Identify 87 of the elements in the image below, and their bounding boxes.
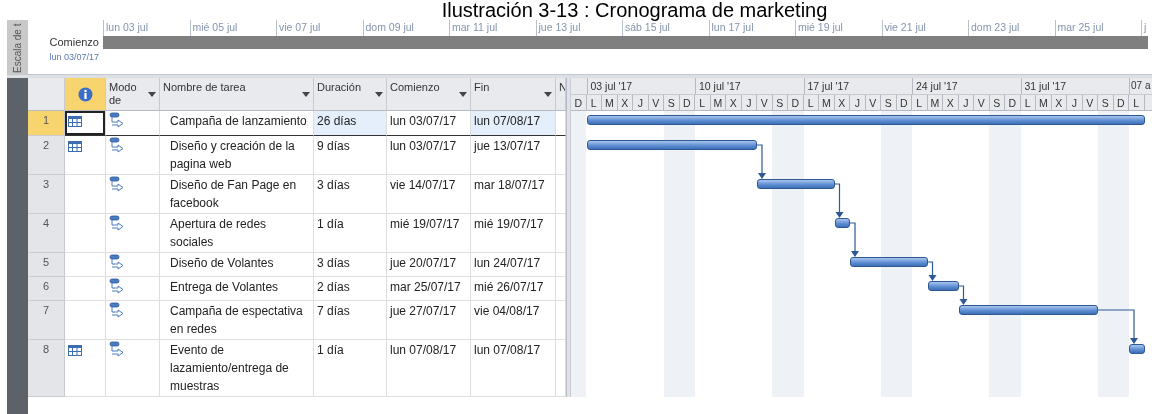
row-number[interactable]: 1 [28, 111, 65, 136]
start-date: mar 25/07/17 [390, 280, 461, 294]
task-bar[interactable] [958, 305, 1098, 315]
finish-date: vie 04/08/17 [474, 304, 540, 318]
week-label: 24 jul '17 [912, 78, 1021, 94]
task-name: Diseño de Fan Page en facebook [170, 178, 297, 210]
connector-arrow [957, 285, 968, 305]
finish-date: lun 24/07/17 [474, 256, 541, 270]
start-date: lun 07/08/17 [390, 343, 457, 357]
task-name: Diseño de Volantes [170, 256, 274, 270]
duration: 3 días [317, 256, 350, 270]
row-number[interactable]: 8 [28, 340, 65, 397]
task-bar[interactable] [1129, 344, 1145, 354]
week-label: 07 a [1129, 78, 1152, 94]
task-bar[interactable] [757, 179, 835, 189]
indicator-cell[interactable] [65, 136, 106, 175]
start-date: jue 20/07/17 [390, 256, 457, 270]
week-label: 03 jul '17 [586, 78, 695, 94]
finish-date: mar 18/07/17 [474, 178, 545, 192]
indicator-cell[interactable] [65, 175, 106, 214]
finish-date: lun 07/08/17 [474, 343, 541, 357]
duration: 2 días [317, 280, 350, 294]
connector-arrow [756, 144, 766, 179]
indicator-cell[interactable] [65, 277, 106, 301]
connector-arrow [926, 261, 937, 281]
week-label: 31 jul '17 [1020, 78, 1129, 94]
column-header[interactable]: Modo de [106, 78, 160, 111]
info-icon [77, 86, 93, 102]
finish-date: lun 07/08/17 [474, 114, 541, 128]
duration: 3 días [317, 178, 350, 192]
finish-date: mié 19/07/17 [474, 217, 544, 231]
caret-icon[interactable] [375, 91, 383, 97]
task-bar[interactable] [586, 140, 757, 150]
duration: 9 días [317, 139, 350, 153]
column-header[interactable]: Nombre de tarea [160, 78, 314, 111]
timescale-label: Escala de t [11, 22, 24, 74]
week-label: 17 jul '17 [803, 78, 912, 94]
row-number[interactable]: 3 [28, 175, 65, 214]
calendar-icon [68, 116, 82, 127]
start-date: lun 03/07/17 [390, 114, 457, 128]
indicator-cell[interactable] [65, 111, 106, 136]
start-date: lun 03/07/17 [49, 51, 100, 64]
calendar-icon [68, 141, 82, 152]
start-label: Comienzo [49, 36, 100, 49]
task-bar[interactable] [586, 115, 1145, 125]
row-number[interactable]: 4 [28, 214, 65, 253]
start-date: mié 19/07/17 [390, 217, 460, 231]
caret-icon[interactable] [544, 91, 552, 97]
task-name: Campaña de espectativa en redes [170, 304, 303, 336]
duration: 7 días [317, 304, 350, 318]
row-number[interactable]: 6 [28, 277, 65, 301]
start-date: lun 03/07/17 [390, 139, 457, 153]
task-name: Evento de lazamiento/entrega de muestras [170, 343, 289, 393]
task-bar[interactable] [834, 218, 850, 228]
corner-cell[interactable] [28, 78, 65, 111]
task-name: Diseño y creación de la pagina web [170, 139, 295, 171]
week-label: 10 jul '17 [695, 78, 804, 94]
start-date: jue 27/07/17 [390, 304, 457, 318]
row-number[interactable]: 7 [28, 301, 65, 340]
task-name: Entrega de Volantes [170, 280, 279, 294]
duration: 1 día [317, 343, 344, 357]
indicator-cell[interactable] [65, 253, 106, 277]
connector-arrow [833, 183, 844, 218]
finish-date: mié 26/07/17 [474, 280, 544, 294]
figure-caption: Ilustración 3-13 : Cronograma de marketing [441, 0, 828, 20]
task-bar[interactable] [927, 281, 959, 291]
caret-icon[interactable] [302, 91, 310, 97]
caret-icon[interactable] [459, 91, 467, 97]
task-name: Apertura de redes sociales [170, 217, 267, 249]
task-bar[interactable] [850, 257, 928, 267]
task-name: Campaña de lanzamiento [170, 114, 307, 128]
column-header[interactable]: Comienzo [387, 78, 471, 111]
indicator-cell[interactable] [65, 340, 106, 397]
calendar-icon [68, 345, 82, 356]
indicator-cell[interactable] [65, 214, 106, 253]
column-header[interactable]: Duración [314, 78, 387, 111]
connector-arrow [1097, 309, 1138, 344]
duration: 1 día [317, 217, 344, 231]
finish-date: jue 13/07/17 [474, 139, 541, 153]
row-number[interactable]: 5 [28, 253, 65, 277]
connector-arrow [849, 222, 859, 257]
column-header[interactable]: Fin [471, 78, 556, 111]
indicator-cell[interactable] [65, 301, 106, 340]
duration: 26 días [317, 114, 357, 128]
start-date: vie 14/07/17 [390, 178, 456, 192]
row-number[interactable]: 2 [28, 136, 65, 175]
caret-icon[interactable] [148, 91, 156, 97]
